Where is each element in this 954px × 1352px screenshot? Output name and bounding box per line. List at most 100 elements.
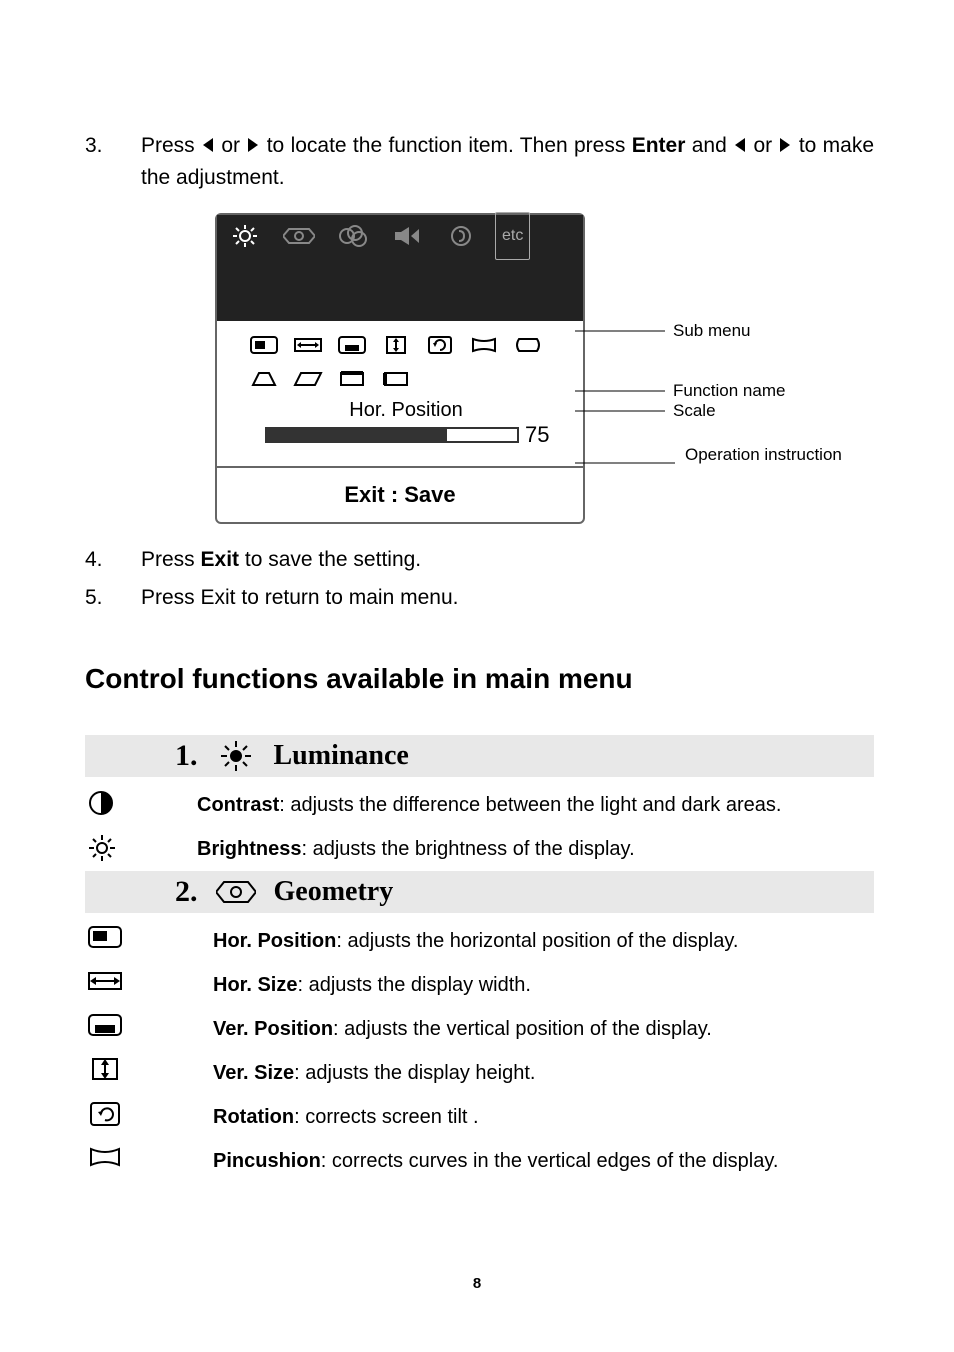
section-number: 1. <box>175 739 198 773</box>
step-text: Press Exit to save the setting. <box>141 544 874 576</box>
hor-position-icon <box>247 333 281 357</box>
page-number: 8 <box>0 1275 954 1292</box>
annotations: Sub menu Function name Scale Operation i… <box>585 213 865 524</box>
left-arrow-icon <box>733 136 747 154</box>
scale-value: 75 <box>525 422 565 448</box>
item-desc: : adjusts the display width. <box>297 974 530 996</box>
tab-luminance-icon <box>225 215 265 257</box>
item-name: Hor. Position <box>213 930 336 952</box>
hor-position-icon <box>85 925 167 949</box>
tab-geometry-icon <box>279 215 319 257</box>
item-pincushion: Pincushion: corrects curves in the verti… <box>85 1139 874 1183</box>
text: or <box>753 134 778 157</box>
item-desc: : adjusts the difference between the lig… <box>279 794 781 816</box>
item-desc: : corrects screen tilt . <box>294 1106 479 1128</box>
scale-bar <box>265 427 519 443</box>
item-text: Ver. Position: adjusts the vertical posi… <box>167 1013 874 1045</box>
text: Operation instruction <box>685 445 842 464</box>
scale-fill <box>267 429 447 441</box>
osd-box: etc Hor. Position <box>215 213 585 524</box>
submenu-icons <box>247 333 565 391</box>
section-band: 2. Geometry <box>85 871 874 913</box>
heading: Control functions available in main menu <box>85 663 874 695</box>
geometry-items: Hor. Position: adjusts the horizontal po… <box>85 919 874 1183</box>
section-title-text: Luminance <box>274 740 409 772</box>
annotation-lines <box>575 213 855 513</box>
item-text: Brightness: adjusts the brightness of th… <box>167 833 874 865</box>
tab-audio-icon <box>387 215 427 257</box>
osd-gap <box>217 257 583 321</box>
scale-row: 75 <box>247 422 565 448</box>
osd-body: Hor. Position 75 <box>217 321 583 452</box>
hor-size-icon <box>291 333 325 357</box>
osd-figure: etc Hor. Position <box>215 213 874 524</box>
keystone-side-icon <box>379 367 413 391</box>
ver-size-icon <box>85 1057 167 1081</box>
osd-footer: Exit : Save <box>217 466 583 522</box>
section-band: 1. Luminance <box>85 735 874 777</box>
text: and <box>692 134 733 157</box>
item-desc: : adjusts the vertical position of the d… <box>333 1018 712 1040</box>
pincushion-icon <box>467 333 501 357</box>
item-name: Contrast <box>197 794 279 816</box>
annotation-function-name: Function name <box>673 381 785 401</box>
section-number: 2. <box>175 875 198 909</box>
annotation-submenu: Sub menu <box>673 321 751 341</box>
item-name: Ver. Position <box>213 1018 333 1040</box>
ver-position-icon <box>335 333 369 357</box>
item-name: Brightness <box>197 838 301 860</box>
tab-reset-icon <box>441 215 481 257</box>
item-ver-position: Ver. Position: adjusts the vertical posi… <box>85 1007 874 1051</box>
tab-etc: etc <box>495 212 530 260</box>
right-arrow-icon <box>778 136 792 154</box>
step-number: 5. <box>85 582 141 614</box>
exit-label: Exit <box>201 548 240 571</box>
step-4: 4. Press Exit to save the setting. <box>85 544 874 576</box>
annotation-operation: Operation instruction <box>685 445 842 465</box>
rotation-icon <box>423 333 457 357</box>
left-arrow-icon <box>201 136 215 154</box>
item-text: Contrast: adjusts the difference between… <box>167 789 874 821</box>
item-name: Pincushion <box>213 1150 321 1172</box>
item-desc: : corrects curves in the vertical edges … <box>321 1150 779 1172</box>
step-number: 4. <box>85 544 141 576</box>
item-rotation: Rotation: corrects screen tilt . <box>85 1095 874 1139</box>
item-text: Pincushion: corrects curves in the verti… <box>167 1145 874 1177</box>
hor-size-icon <box>85 969 167 993</box>
text: or <box>221 134 246 157</box>
item-contrast: Contrast: adjusts the difference between… <box>85 783 874 827</box>
tab-color-icon <box>333 215 373 257</box>
geometry-icon <box>216 878 256 906</box>
item-text: Hor. Size: adjusts the display width. <box>167 969 874 1001</box>
contrast-icon <box>85 789 167 817</box>
item-name: Hor. Size <box>213 974 297 996</box>
step-text: Press Exit to return to main menu. <box>141 582 874 614</box>
text: to save the setting. <box>239 548 421 571</box>
parallelogram-icon <box>291 367 325 391</box>
item-text: Hor. Position: adjusts the horizontal po… <box>167 925 874 957</box>
section-geometry: 2. Geometry Hor. Position: adjusts the h… <box>85 871 874 1183</box>
keystone-top-icon <box>335 367 369 391</box>
page: 3. Press or to locate the function item.… <box>0 0 954 1352</box>
text: Press <box>141 134 201 157</box>
step-5: 5. Press Exit to return to main menu. <box>85 582 874 614</box>
item-name: Rotation <box>213 1106 294 1128</box>
item-desc: : adjusts the brightness of the display. <box>301 838 634 860</box>
section-title: 1. Luminance <box>85 739 874 773</box>
item-desc: : adjusts the display height. <box>294 1062 535 1084</box>
ver-position-icon <box>85 1013 167 1037</box>
function-name-label: Hor. Position <box>247 399 565 422</box>
ver-size-icon <box>379 333 413 357</box>
trapezoid-icon <box>247 367 281 391</box>
barrel-icon <box>511 333 545 357</box>
step-text: Press or to locate the function item. Th… <box>141 130 874 193</box>
right-arrow-icon <box>246 136 260 154</box>
item-desc: : adjusts the horizontal position of the… <box>336 930 738 952</box>
item-hor-size: Hor. Size: adjusts the display width. <box>85 963 874 1007</box>
pincushion-icon <box>85 1145 167 1169</box>
text: Press <box>141 548 201 571</box>
item-text: Rotation: corrects screen tilt . <box>167 1101 874 1133</box>
item-text: Ver. Size: adjusts the display height. <box>167 1057 874 1089</box>
step-number: 3. <box>85 130 141 193</box>
rotation-icon <box>85 1101 167 1127</box>
